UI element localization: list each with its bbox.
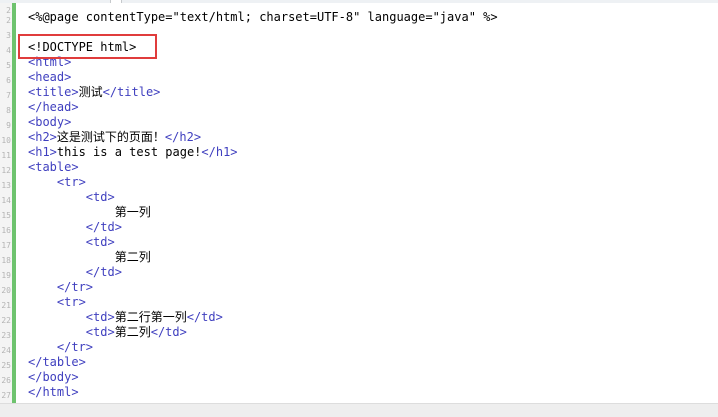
html-tag: <td> — [85, 325, 115, 339]
code-line: 第一列 — [28, 205, 151, 220]
line-number: 4 — [6, 46, 11, 55]
html-tag: <h2> — [28, 130, 57, 144]
text-content: 第二列 — [114, 325, 151, 339]
line-number: 13 — [1, 181, 11, 190]
code-line: <tr> — [28, 175, 86, 190]
html-tag: </h1> — [201, 145, 238, 159]
html-tag: </head> — [28, 100, 79, 114]
html-tag: </table> — [28, 355, 86, 369]
html-tag: <td> — [85, 190, 115, 204]
html-tag: <h1> — [28, 145, 57, 159]
html-tag: <td> — [85, 310, 115, 324]
code-line: </td> — [28, 220, 122, 235]
html-tag: </body> — [28, 370, 79, 384]
code-line: 第二列 — [28, 250, 151, 265]
code-line: </body> — [28, 370, 79, 385]
code-line-directive: <%@page contentType="text/html; charset=… — [28, 10, 498, 25]
code-editor[interactable]: 2 2 3 4 5 6 7 8 9 10 11 12 13 14 15 16 17 18 19 20 21 22 23 24 2… — [0, 0, 718, 417]
line-number: 26 — [1, 376, 11, 385]
html-tag: <tr> — [56, 295, 86, 309]
text-content: this is a test page! — [56, 145, 202, 159]
line-number: 15 — [1, 211, 11, 220]
code-line: <table> — [28, 160, 79, 175]
jsp-page-directive: <%@page contentType="text/html; charset=… — [28, 10, 498, 24]
code-line: <title>测试</title> — [28, 85, 160, 100]
html-tag: </td> — [85, 265, 122, 279]
text-content: 第二行第一列 — [114, 310, 187, 324]
html-tag: </td> — [186, 310, 223, 324]
text-content: 第二列 — [114, 250, 151, 264]
text-content: 测试 — [78, 85, 103, 99]
line-number: 18 — [1, 256, 11, 265]
line-number: 17 — [1, 241, 11, 250]
code-line: </tr> — [28, 340, 93, 355]
html-tag: <table> — [28, 160, 79, 174]
code-line: <tr> — [28, 295, 86, 310]
line-number: 16 — [1, 226, 11, 235]
text-content: 第一列 — [114, 205, 151, 219]
editor-top-edge — [0, 0, 718, 3]
line-number: 11 — [1, 151, 11, 160]
html-tag: </h2> — [164, 130, 202, 144]
line-number: 6 — [6, 76, 11, 85]
code-line: </head> — [28, 100, 79, 115]
line-number: 27 — [1, 391, 11, 400]
code-line: </table> — [28, 355, 86, 370]
line-number: 8 — [6, 106, 11, 115]
code-line: <td> — [28, 235, 115, 250]
code-line: </tr> — [28, 280, 93, 295]
code-line: </html> — [28, 385, 79, 400]
line-number: 23 — [1, 331, 11, 340]
html-tag: <title> — [28, 85, 79, 99]
line-number: 5 — [6, 61, 11, 70]
code-line: <td> — [28, 190, 115, 205]
line-number: 12 — [1, 166, 11, 175]
code-line: <td>第二列</td> — [28, 325, 187, 340]
line-number: 10 — [1, 136, 11, 145]
code-line: <body> — [28, 115, 71, 130]
code-line: <h1>this is a test page!</h1> — [28, 145, 238, 160]
line-number: 3 — [6, 31, 11, 40]
line-number: 9 — [6, 121, 11, 130]
line-number: 7 — [6, 91, 11, 100]
html-tag: </title> — [102, 85, 161, 99]
doctype-highlight-box — [18, 34, 157, 59]
html-tag: </tr> — [56, 340, 94, 354]
html-tag: </td> — [150, 325, 187, 339]
code-line: <td>第二行第一列</td> — [28, 310, 223, 325]
line-number: 14 — [1, 196, 11, 205]
text-content: 这是测试下的页面！ — [56, 130, 165, 144]
html-tag: <td> — [85, 235, 115, 249]
line-number: 25 — [1, 361, 11, 370]
html-tag: <head> — [28, 70, 72, 84]
line-number: 2 — [6, 16, 11, 25]
line-number: 19 — [1, 271, 11, 280]
html-tag: </html> — [28, 385, 79, 399]
code-line: <head> — [28, 70, 71, 85]
line-number: 20 — [1, 286, 11, 295]
change-indicator-bar — [12, 3, 16, 403]
horizontal-scrollbar[interactable] — [0, 403, 718, 417]
editor-tab-stub[interactable] — [110, 0, 122, 3]
line-number: 22 — [1, 316, 11, 325]
line-number: 24 — [1, 346, 11, 355]
code-line: </td> — [28, 265, 122, 280]
html-tag: </td> — [85, 220, 122, 234]
html-tag: <tr> — [56, 175, 86, 189]
code-line: <h2>这是测试下的页面！</h2> — [28, 130, 201, 145]
line-number: 21 — [1, 301, 11, 310]
html-tag: <body> — [28, 115, 72, 129]
html-tag: </tr> — [56, 280, 94, 294]
